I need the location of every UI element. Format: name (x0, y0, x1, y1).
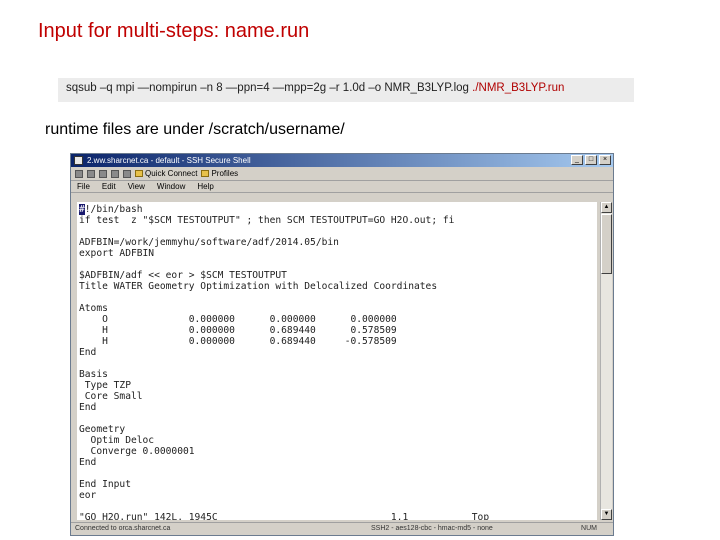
folder-icon (201, 170, 210, 177)
cipher-status: SSH2 - aes128-cbc - hmac-md5 - none (371, 525, 493, 532)
paste-icon[interactable] (123, 169, 131, 178)
quick-connect-label: Quick Connect (145, 169, 198, 178)
terminal-line: End (79, 457, 97, 468)
runtime-note: runtime files are under /scratch/usernam… (45, 121, 345, 138)
terminal-line: Geometry (79, 424, 126, 435)
toolbar: Quick Connect Profiles (71, 167, 613, 181)
terminal-line: Optim Deloc (79, 435, 155, 446)
copy-icon[interactable] (111, 169, 119, 178)
quick-connect-button[interactable]: Quick Connect (135, 169, 197, 178)
menu-window[interactable]: Window (157, 181, 185, 192)
terminal-line: $ADFBIN/adf << eor > $SCM TESTOUTPUT (79, 270, 287, 281)
slide-title: Input for multi-steps: name.run (38, 20, 310, 42)
terminal-line: export ADFBIN (79, 248, 155, 259)
profiles-button[interactable]: Profiles (201, 169, 238, 178)
scroll-down-arrow[interactable]: ▼ (601, 509, 612, 520)
terminal-line: Core Small (79, 391, 143, 402)
terminal-line: eor (79, 490, 97, 501)
terminal-line: Type TZP (79, 380, 131, 391)
terminal-content[interactable]: #!/bin/bash if test z "$SCM TESTOUTPUT" ;… (77, 202, 597, 520)
ssh-terminal-window: 2.ww.sharcnet.ca - default - SSH Secure … (70, 153, 614, 536)
terminal-line: ADFBIN=/work/jemmyhu/software/adf/2014.0… (79, 237, 339, 248)
scroll-thumb[interactable] (601, 214, 612, 274)
terminal-line: Atoms (79, 303, 108, 314)
vim-status-line: "GO_H2O.run" 142L, 1945C 1,1 Top (79, 512, 490, 520)
window-title: 2.ww.sharcnet.ca - default - SSH Secure … (87, 156, 251, 165)
terminal-line: End (79, 402, 97, 413)
command-text: sqsub –q mpi —nompirun –n 8 —ppn=4 —mpp=… (66, 82, 473, 94)
terminal-app-icon (74, 156, 83, 165)
terminal-line: if test z "$SCM TESTOUTPUT" ; then SCM T… (79, 215, 455, 226)
maximize-button[interactable]: □ (585, 155, 597, 165)
text-cursor: # (79, 204, 85, 215)
terminal-line: Basis (79, 369, 108, 380)
menu-view[interactable]: View (128, 181, 145, 192)
quick-connect-icon (135, 170, 143, 177)
window-controls: _ □ × (571, 155, 611, 165)
find-icon[interactable] (99, 169, 107, 178)
terminal-line: Title WATER Geometry Optimization with D… (79, 281, 438, 292)
vertical-scrollbar[interactable]: ▲ ▼ (600, 202, 612, 520)
menu-edit[interactable]: Edit (102, 181, 116, 192)
scroll-up-arrow[interactable]: ▲ (601, 202, 612, 213)
terminal-line: Converge 0.0000001 (79, 446, 195, 457)
menu-help[interactable]: Help (197, 181, 213, 192)
status-bar: Connected to orca.sharcnet.ca SSH2 - aes… (71, 522, 613, 535)
menubar: File Edit View Window Help (71, 181, 613, 193)
terminal-line: O 0.000000 0.000000 0.000000 (79, 314, 397, 325)
save-icon[interactable] (75, 169, 83, 178)
minimize-button[interactable]: _ (571, 155, 583, 165)
connection-status: Connected to orca.sharcnet.ca (75, 525, 171, 532)
terminal-line: H 0.000000 0.689440 -0.578509 (79, 336, 397, 347)
terminal-line: #!/bin/bash (79, 204, 143, 215)
menu-file[interactable]: File (77, 181, 90, 192)
terminal-line: End (79, 347, 97, 358)
num-lock-indicator: NUM (581, 525, 597, 532)
terminal-line: End Input (79, 479, 131, 490)
terminal-line: H 0.000000 0.689440 0.578509 (79, 325, 397, 336)
command-box: sqsub –q mpi —nompirun –n 8 —ppn=4 —mpp=… (58, 78, 634, 102)
command-script-name: ./NMR_B3LYP.run (472, 82, 565, 94)
close-button[interactable]: × (599, 155, 611, 165)
profiles-label: Profiles (211, 169, 239, 178)
print-icon[interactable] (87, 169, 95, 178)
window-titlebar[interactable]: 2.ww.sharcnet.ca - default - SSH Secure … (71, 154, 613, 167)
